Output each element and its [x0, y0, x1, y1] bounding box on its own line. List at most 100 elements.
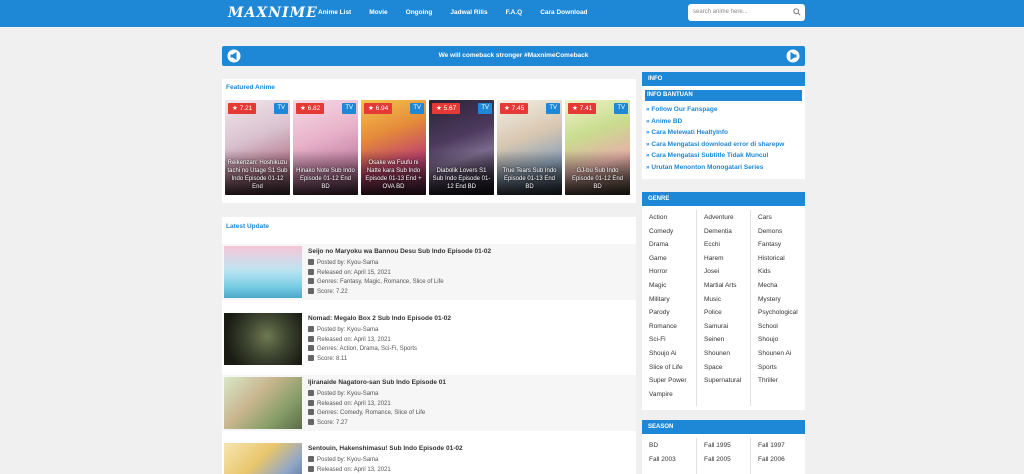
list-item[interactable]: Nomad: Megalo Box 2 Sub Indo Episode 01-…: [222, 311, 636, 367]
list-item[interactable]: Seijo no Maryoku wa Bannou Desu Sub Indo…: [222, 244, 636, 300]
genre-link[interactable]: Shoujo Ai: [649, 350, 703, 364]
posted-by: Posted by: Kyou-Sama: [308, 456, 378, 463]
posted-by: Posted by: Kyou-Sama: [308, 259, 378, 266]
anime-thumbnail[interactable]: [224, 313, 302, 365]
nav-cara-download[interactable]: Cara Download: [540, 9, 587, 16]
anime-thumbnail[interactable]: [224, 377, 302, 429]
genre-link[interactable]: Parody: [649, 309, 703, 323]
season-link[interactable]: Fall 2005: [704, 456, 758, 470]
nav-movie[interactable]: Movie: [369, 9, 387, 16]
item-title[interactable]: Nomad: Megalo Box 2 Sub Indo Episode 01-…: [308, 315, 451, 322]
season-link[interactable]: Fall 2003: [649, 456, 703, 470]
genre-link[interactable]: Fantasy: [758, 241, 812, 255]
genre-link[interactable]: Game: [649, 255, 703, 269]
type-badge: TV: [342, 103, 356, 114]
genre-link[interactable]: Comedy: [649, 228, 703, 242]
season-link[interactable]: BD: [649, 442, 703, 456]
item-title[interactable]: Sentouin, Hakenshimasu! Sub Indo Episode…: [308, 445, 463, 452]
genre-link[interactable]: Military: [649, 296, 703, 310]
item-title[interactable]: Seijo no Maryoku wa Bannou Desu Sub Indo…: [308, 248, 491, 255]
search-icon[interactable]: [793, 8, 801, 16]
genre-link[interactable]: Adventure: [704, 214, 758, 228]
nav-ongoing[interactable]: Ongoing: [406, 9, 433, 16]
genre-link[interactable]: Space: [704, 364, 758, 378]
top-navbar: MAXNIME Anime List Movie Ongoing Jadwal …: [0, 0, 1024, 27]
genre-link[interactable]: Martial Arts: [704, 282, 758, 296]
genre-link[interactable]: Seinen: [704, 336, 758, 350]
genre-link[interactable]: Music: [704, 296, 758, 310]
score: Score: 7.27: [308, 418, 348, 426]
latest-title: Latest Update: [226, 223, 269, 230]
anime-thumbnail[interactable]: [224, 443, 302, 474]
genre-link[interactable]: Action: [649, 214, 703, 228]
calendar-icon: [308, 268, 314, 275]
site-logo[interactable]: MAXNIME: [228, 5, 318, 21]
genres: Genres: Fantasy, Magic, Romance, Slice o…: [308, 278, 444, 285]
info-subheading: INFO BANTUAN: [645, 90, 802, 101]
info-link[interactable]: » Anime BD: [646, 118, 682, 125]
card-title: Hinako Note Sub Indo Episode 01-12 End B…: [296, 168, 355, 190]
season-link[interactable]: Fall 2006: [758, 456, 812, 470]
featured-card[interactable]: ★ 7.21 TV Reikenzan: Hoshikuzu tachi no …: [225, 100, 290, 195]
search-input[interactable]: search anime here...: [688, 4, 805, 21]
nav-faq[interactable]: F.A.Q: [506, 9, 523, 16]
genres: Genres: Action, Drama, Sci-Fi, Sports: [308, 345, 417, 352]
genre-link[interactable]: Sci-Fi: [649, 336, 703, 350]
type-badge: TV: [478, 103, 492, 114]
genre-link[interactable]: Psychological: [758, 309, 812, 323]
nav-anime-list[interactable]: Anime List: [318, 9, 351, 16]
genre-link[interactable]: School: [758, 323, 812, 337]
release-date: Released on: April 13, 2021: [308, 399, 391, 407]
genre-link[interactable]: Mecha: [758, 282, 812, 296]
genre-link[interactable]: Vampire: [649, 391, 703, 405]
genre-link[interactable]: Historical: [758, 255, 812, 269]
info-link[interactable]: » Follow Our Fanspage: [646, 106, 718, 113]
user-icon: [308, 390, 314, 396]
info-link[interactable]: » Urutan Menonton Monogatari Series: [646, 164, 763, 171]
info-heading: INFO: [642, 72, 805, 86]
calendar-icon: [308, 399, 314, 406]
genre-link[interactable]: Shounen: [704, 350, 758, 364]
genre-link[interactable]: Slice of Life: [649, 364, 703, 378]
genres: Genres: Comedy, Romance, Slice of Life: [308, 409, 425, 416]
genre-link[interactable]: Samurai: [704, 323, 758, 337]
featured-card[interactable]: ★ 6.82 TV Hinako Note Sub Indo Episode 0…: [293, 100, 358, 195]
genre-link[interactable]: Cars: [758, 214, 812, 228]
featured-card[interactable]: ★ 5.67 TV Diabolik Lovers S1 Sub Indo Ep…: [429, 100, 494, 195]
season-link[interactable]: Fall 1995: [704, 442, 758, 456]
genre-link[interactable]: Mystery: [758, 296, 812, 310]
genre-link[interactable]: Magic: [649, 282, 703, 296]
featured-card[interactable]: ★ 7.41 TV GJ-bu Sub Indo Episode 01-12 E…: [565, 100, 630, 195]
list-item[interactable]: Ijiranaide Nagatoro-san Sub Indo Episode…: [222, 375, 636, 431]
genre-link[interactable]: Horror: [649, 268, 703, 282]
release-date: Released on: April 13, 2021: [308, 465, 391, 473]
nav-jadwal-rilis[interactable]: Jadwal Rilis: [450, 9, 487, 16]
genre-link[interactable]: Kids: [758, 268, 812, 282]
info-link[interactable]: » Cara Mengatasi download error di share…: [646, 141, 784, 148]
list-item[interactable]: Sentouin, Hakenshimasu! Sub Indo Episode…: [222, 441, 636, 474]
genre-link[interactable]: Josei: [704, 268, 758, 282]
item-title[interactable]: Ijiranaide Nagatoro-san Sub Indo Episode…: [308, 379, 446, 386]
info-link[interactable]: » Cara Melewati HealtyInfo: [646, 129, 728, 136]
info-link[interactable]: » Cara Mengatasi Subtitle Tidak Muncul: [646, 152, 768, 159]
genre-link[interactable]: Thriller: [758, 377, 812, 391]
genre-link[interactable]: Drama: [649, 241, 703, 255]
genre-link[interactable]: Supernatural: [704, 377, 758, 391]
genre-link[interactable]: Ecchi: [704, 241, 758, 255]
genre-link[interactable]: Shounen Ai: [758, 350, 812, 364]
genre-column: Adventure Dementia Ecchi Harem Josei Martial …: [704, 214, 758, 391]
genre-link[interactable]: Police: [704, 309, 758, 323]
season-heading: SEASON: [642, 420, 805, 434]
featured-card[interactable]: ★ 6.94 TV Osake wa Fuufu ni Natte kara S…: [361, 100, 426, 195]
card-title: Diabolik Lovers S1 Sub Indo Episode 01-1…: [432, 168, 491, 190]
genre-link[interactable]: Sports: [758, 364, 812, 378]
genre-link[interactable]: Demons: [758, 228, 812, 242]
genre-link[interactable]: Dementia: [704, 228, 758, 242]
genre-link[interactable]: Romance: [649, 323, 703, 337]
featured-card[interactable]: ★ 7.45 TV True Tears Sub Indo Episode 01…: [497, 100, 562, 195]
genre-link[interactable]: Harem: [704, 255, 758, 269]
genre-link[interactable]: Super Power: [649, 377, 703, 391]
genre-link[interactable]: Shoujo: [758, 336, 812, 350]
anime-thumbnail[interactable]: [224, 246, 302, 298]
season-link[interactable]: Fall 1997: [758, 442, 812, 456]
